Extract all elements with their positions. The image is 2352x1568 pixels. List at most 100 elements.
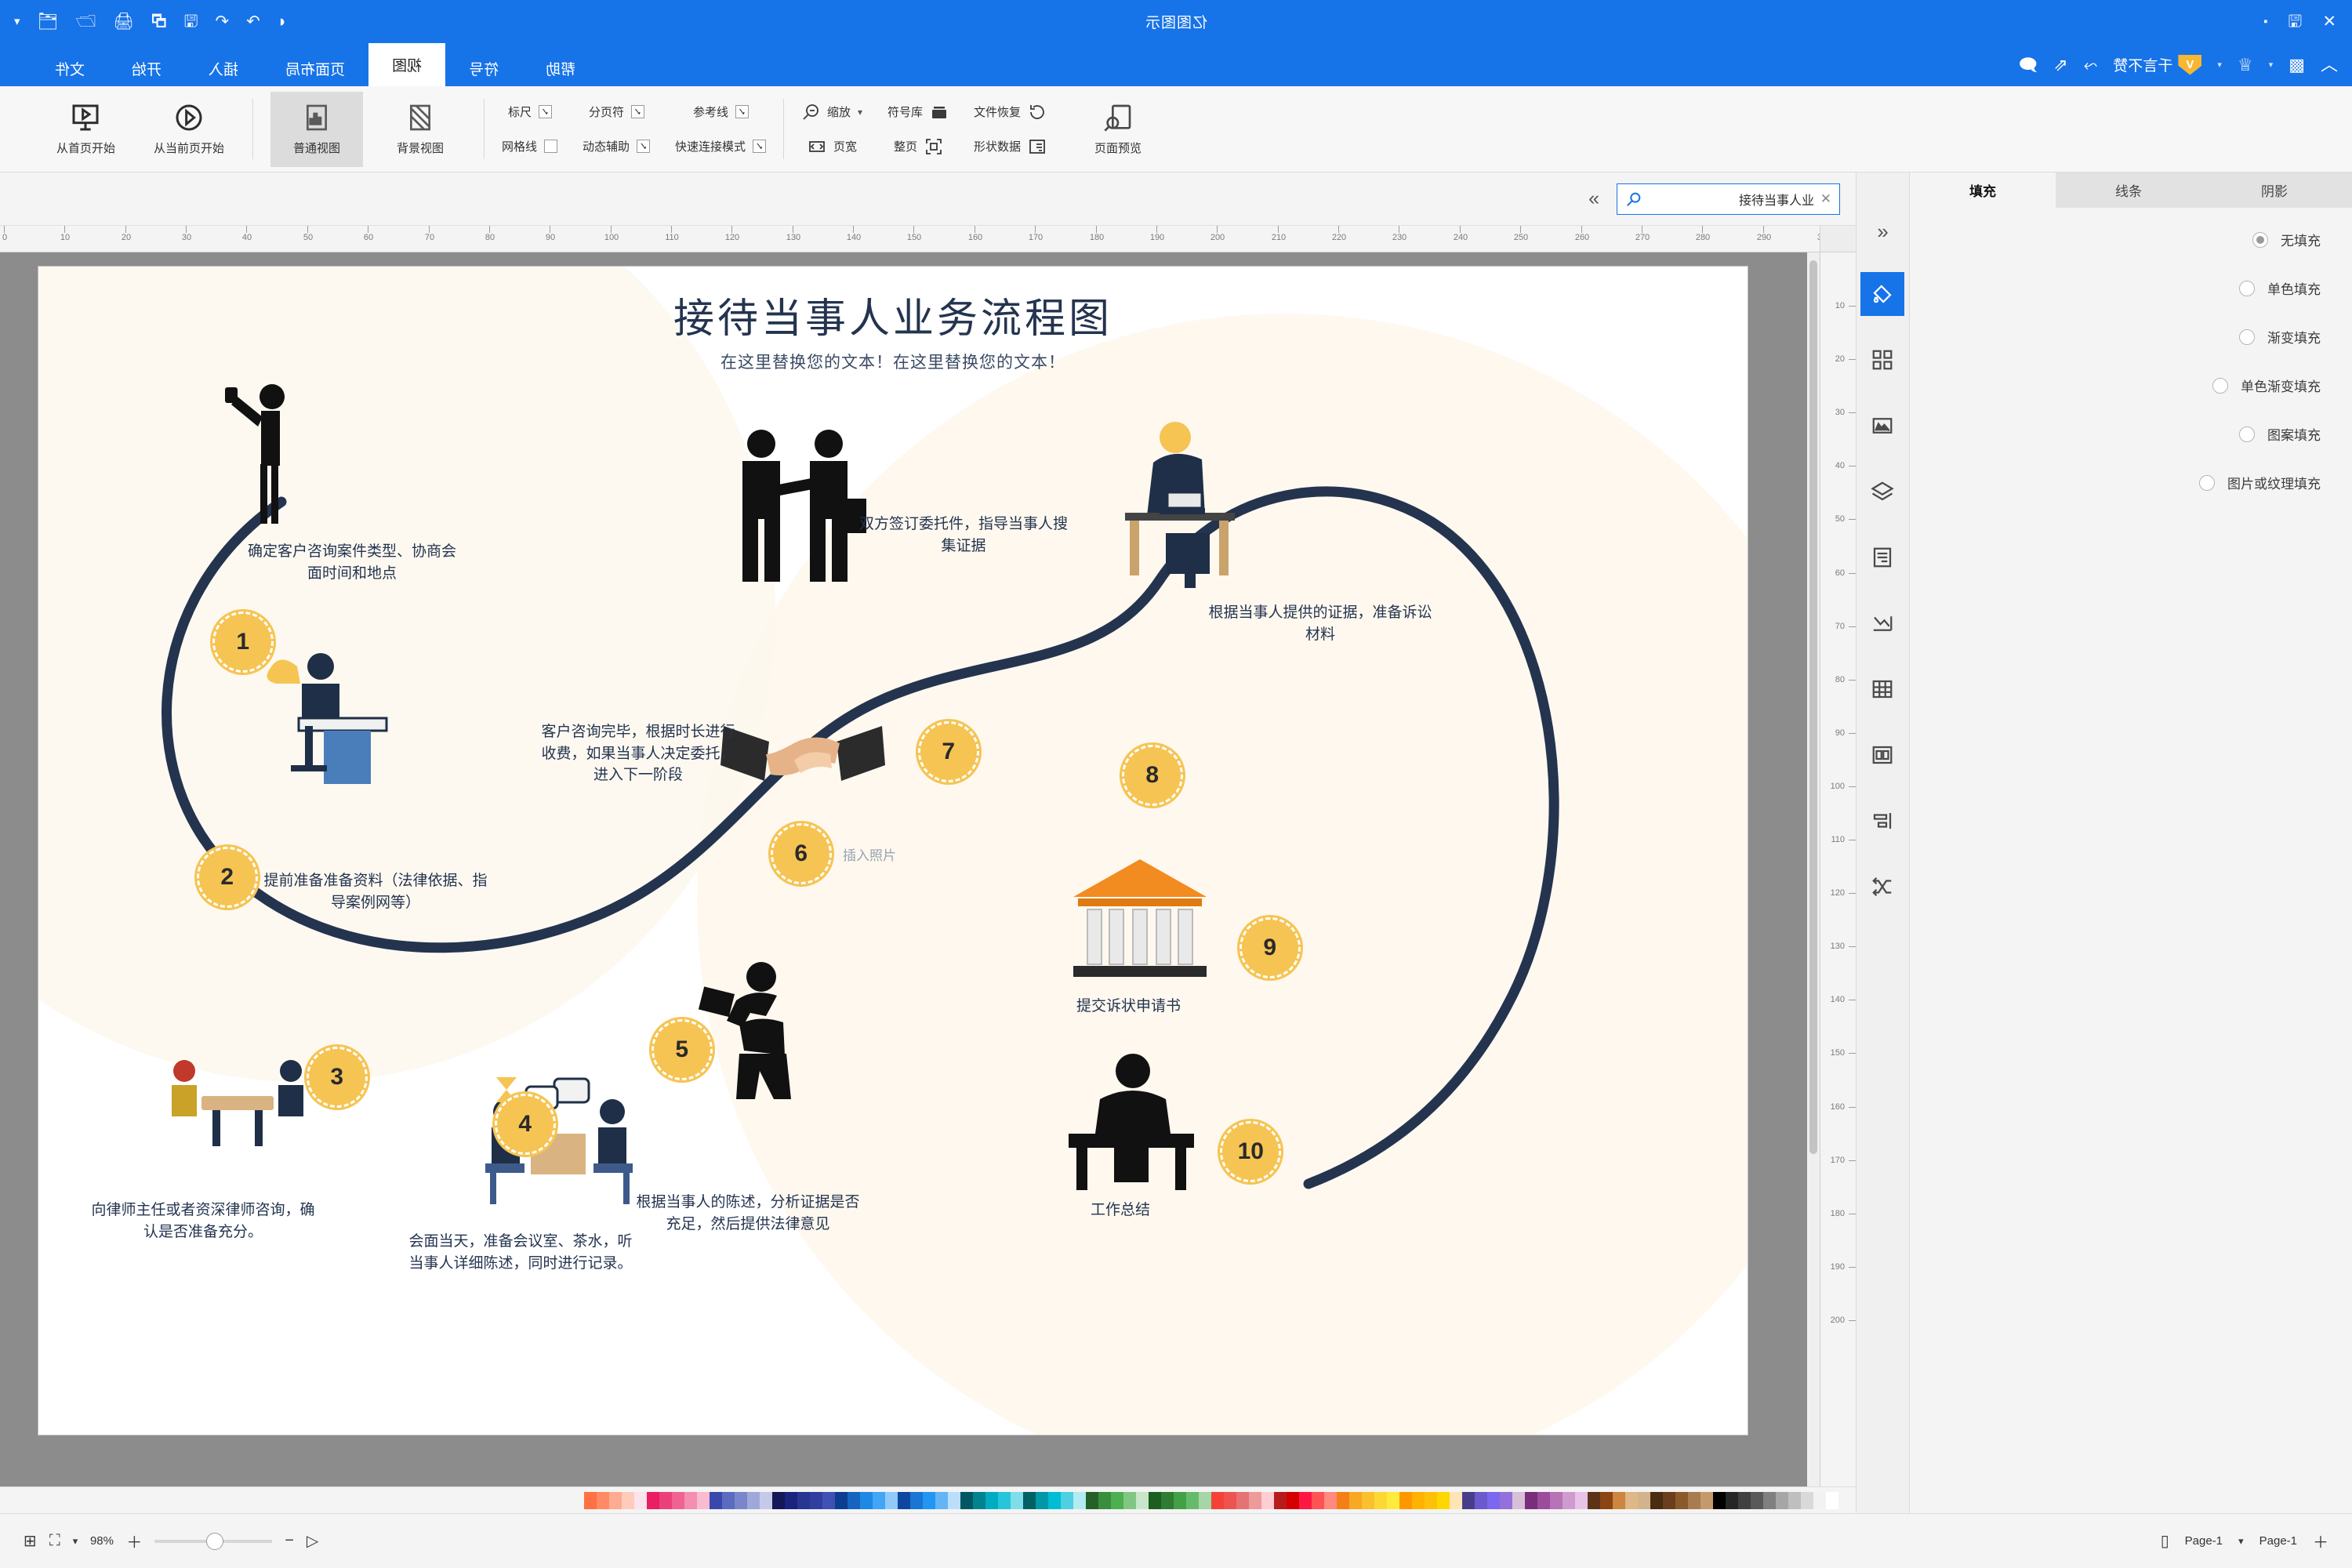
vertical-scrollbar[interactable]: [1807, 252, 1820, 1486]
color-swatch[interactable]: [1525, 1491, 1537, 1509]
color-swatch[interactable]: [1537, 1491, 1550, 1509]
step-node-9[interactable]: 9: [1240, 917, 1301, 978]
page-break-checkbox-row[interactable]: 分页符: [589, 100, 644, 124]
color-swatch[interactable]: [684, 1491, 697, 1509]
dynamic-guide-checkbox[interactable]: [637, 140, 651, 153]
shape-data-button[interactable]: 形状数据: [974, 135, 1047, 158]
pointer-icon[interactable]: ⇖: [2053, 55, 2067, 74]
save-icon[interactable]: 🖫: [184, 13, 198, 31]
color-swatch[interactable]: [1011, 1491, 1023, 1509]
gridline-checkbox[interactable]: [544, 140, 558, 153]
color-swatch[interactable]: [1098, 1491, 1111, 1509]
color-swatch[interactable]: [1625, 1491, 1638, 1509]
canvas-stage[interactable]: 接待当事人业务流程图 在这里替换您的文本！在这里替换您的文本！ 插入照片 1 2…: [0, 252, 1820, 1486]
radio-icon[interactable]: [2239, 328, 2255, 345]
step-node-4[interactable]: 4: [495, 1094, 556, 1155]
more-icon[interactable]: ▾: [14, 15, 20, 28]
vertical-ruler[interactable]: 10 20 30 40 50 60 70 80 90 100 110 120 130 140 150 160 1…: [1820, 252, 1856, 1486]
guides-checkbox[interactable]: [735, 105, 749, 118]
page-label[interactable]: Page-1: [2259, 1534, 2297, 1548]
color-swatch[interactable]: [609, 1491, 622, 1509]
quick-connect-checkbox[interactable]: [753, 140, 767, 153]
presentation-icon[interactable]: ◁: [307, 1531, 318, 1551]
cloud-icon[interactable]: 🗂: [38, 13, 59, 31]
color-swatch[interactable]: [1337, 1491, 1349, 1509]
apps-icon[interactable]: ▩: [2288, 55, 2305, 74]
rail-chart-button[interactable]: [1861, 601, 1905, 645]
color-swatch[interactable]: [1437, 1491, 1450, 1509]
color-swatch[interactable]: [910, 1491, 923, 1509]
radio-icon[interactable]: [2239, 426, 2255, 442]
color-swatch[interactable]: [1236, 1491, 1249, 1509]
ruler-checkbox-row[interactable]: 标尺: [508, 100, 552, 124]
color-swatch[interactable]: [973, 1491, 985, 1509]
step-node-10[interactable]: 10: [1220, 1121, 1281, 1182]
color-swatch[interactable]: [1550, 1491, 1563, 1509]
color-swatch[interactable]: [1312, 1491, 1324, 1509]
color-swatch[interactable]: [1073, 1491, 1086, 1509]
color-swatch[interactable]: [1425, 1491, 1437, 1509]
color-swatch[interactable]: [1299, 1491, 1312, 1509]
page-tab-label[interactable]: Page-1: [2185, 1534, 2223, 1548]
color-swatch[interactable]: [1086, 1491, 1098, 1509]
fill-option-solid[interactable]: 单色填充: [1941, 278, 2321, 298]
tab-start[interactable]: 开始: [108, 51, 185, 86]
color-palette[interactable]: [0, 1486, 1856, 1513]
step-node-7[interactable]: 7: [918, 721, 979, 782]
chevron-down-icon[interactable]: ▾: [2217, 60, 2222, 70]
color-swatch[interactable]: [772, 1491, 785, 1509]
color-swatch[interactable]: [584, 1491, 597, 1509]
color-swatch[interactable]: [1487, 1491, 1500, 1509]
color-swatch[interactable]: [747, 1491, 760, 1509]
export-icon[interactable]: 🗗: [151, 13, 167, 31]
start-from-current-page-button[interactable]: 从当前页开始: [143, 92, 235, 167]
account-icon[interactable]: ◖: [278, 13, 288, 31]
horizontal-ruler[interactable]: 0 10 20 30 40 50 60 70 80 90 100 110 120 130 140 150 160…: [0, 226, 1820, 252]
zoom-in-icon[interactable]: ＋: [126, 1530, 142, 1552]
tab-symbol[interactable]: 符号: [445, 51, 522, 86]
diagram-page[interactable]: 接待当事人业务流程图 在这里替换您的文本！在这里替换您的文本！ 插入照片 1 2…: [38, 267, 1748, 1435]
color-swatch[interactable]: [1688, 1491, 1700, 1509]
color-swatch[interactable]: [1650, 1491, 1663, 1509]
page-break-checkbox[interactable]: [630, 105, 644, 118]
search-icon[interactable]: [1625, 191, 1642, 208]
fill-option-none[interactable]: 无填充: [1941, 230, 2321, 249]
search-input[interactable]: 接待当事人业: [1649, 190, 1814, 209]
color-swatch[interactable]: [1123, 1491, 1136, 1509]
fill-option-mono-gradient[interactable]: 单色渐变填充: [1941, 376, 2321, 395]
color-swatch[interactable]: [1186, 1491, 1199, 1509]
color-swatch[interactable]: [1261, 1491, 1274, 1509]
rail-image-button[interactable]: [1861, 404, 1905, 448]
close-icon[interactable]: ✕: [1820, 191, 1831, 207]
color-swatch[interactable]: [659, 1491, 672, 1509]
panel-tab-shadow[interactable]: 阴影: [2201, 172, 2347, 208]
color-swatch[interactable]: [948, 1491, 960, 1509]
color-swatch[interactable]: [1776, 1491, 1788, 1509]
color-swatch[interactable]: [1149, 1491, 1161, 1509]
color-swatch[interactable]: [1726, 1491, 1738, 1509]
color-swatch[interactable]: [1287, 1491, 1299, 1509]
color-swatch[interactable]: [1174, 1491, 1186, 1509]
color-swatch[interactable]: [785, 1491, 797, 1509]
color-swatch[interactable]: [1713, 1491, 1726, 1509]
fit-page-button[interactable]: 整页: [894, 135, 943, 158]
tab-page-layout[interactable]: 页面布局: [262, 51, 368, 86]
color-swatch[interactable]: [1788, 1491, 1801, 1509]
color-swatch[interactable]: [1813, 1491, 1826, 1509]
zoom-slider[interactable]: [154, 1532, 273, 1550]
tab-help[interactable]: 帮助: [522, 51, 599, 86]
color-swatch[interactable]: [1048, 1491, 1061, 1509]
theme-icon[interactable]: ♕: [2238, 55, 2253, 74]
color-swatch[interactable]: [1324, 1491, 1337, 1509]
zoom-button[interactable]: ▾ 缩放: [801, 100, 862, 124]
color-swatch[interactable]: [1563, 1491, 1575, 1509]
color-swatch[interactable]: [822, 1491, 835, 1509]
rail-align-button[interactable]: [1861, 799, 1905, 843]
color-swatch[interactable]: [760, 1491, 772, 1509]
chevron-up-icon[interactable]: ︿: [2321, 55, 2338, 74]
normal-view-button[interactable]: 普通视图: [270, 91, 363, 167]
color-swatch[interactable]: [1249, 1491, 1261, 1509]
color-swatch[interactable]: [1136, 1491, 1149, 1509]
color-swatch[interactable]: [848, 1491, 860, 1509]
color-swatch[interactable]: [1161, 1491, 1174, 1509]
